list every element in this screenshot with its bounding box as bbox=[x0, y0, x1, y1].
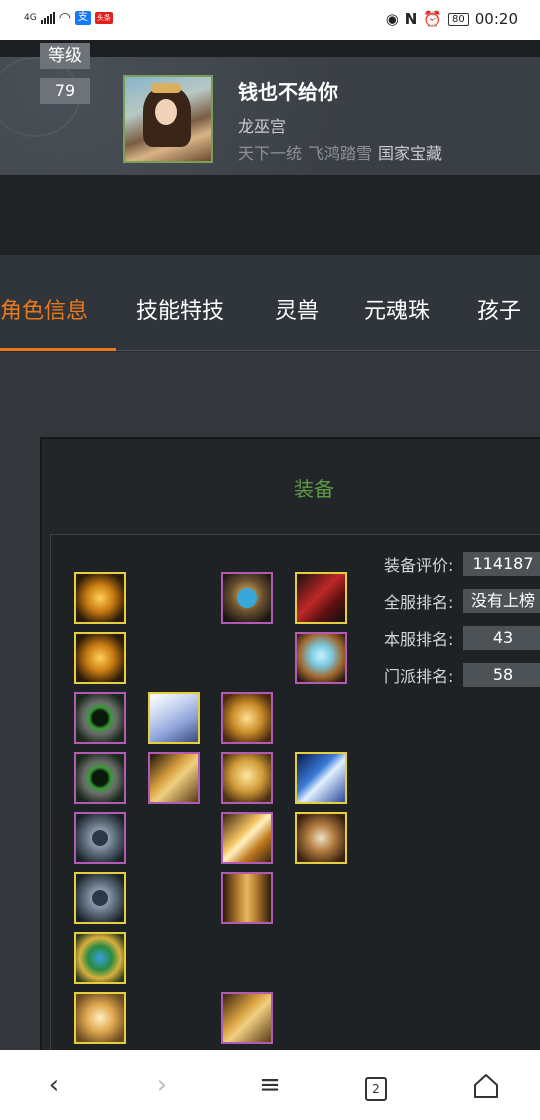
equipment-slot[interactable] bbox=[221, 752, 273, 804]
wifi-icon: ◠ bbox=[58, 10, 71, 26]
network-label: 4G bbox=[24, 13, 37, 23]
avatar[interactable] bbox=[123, 75, 213, 163]
equipment-slot[interactable] bbox=[74, 632, 126, 684]
equipment-slot[interactable] bbox=[74, 872, 126, 924]
battery-icon: 80 bbox=[448, 12, 469, 26]
equipment-slot[interactable] bbox=[74, 572, 126, 624]
equipment-slot[interactable] bbox=[74, 692, 126, 744]
equipment-slot[interactable] bbox=[74, 992, 126, 1044]
eye-icon: ◉ bbox=[385, 10, 399, 28]
equipment-slot[interactable] bbox=[295, 632, 347, 684]
tab-skills[interactable]: 技能特技 bbox=[136, 293, 224, 325]
equipment-slot[interactable] bbox=[295, 752, 347, 804]
avatar-crown bbox=[151, 83, 181, 93]
equipment-slot[interactable] bbox=[295, 572, 347, 624]
forward-icon[interactable]: › bbox=[144, 1067, 180, 1103]
nfc-icon: N bbox=[404, 10, 418, 28]
player-name: 钱也不给你 bbox=[238, 80, 338, 104]
equipment-slot[interactable] bbox=[295, 812, 347, 864]
menu-icon[interactable]: ≡ bbox=[252, 1067, 288, 1103]
signal-icon bbox=[40, 12, 55, 24]
stat-value-rating: 114187 bbox=[463, 552, 540, 576]
tabs-count: 2 bbox=[365, 1077, 387, 1101]
back-icon[interactable]: ‹ bbox=[36, 1067, 72, 1103]
player-titles: 天下一统 飞鸿踏雪 国家宝藏 bbox=[238, 140, 442, 164]
equipment-slot[interactable] bbox=[221, 692, 273, 744]
stat-label-global-rank: 全服排名: bbox=[384, 593, 454, 612]
spacer-band bbox=[0, 175, 540, 255]
equipment-slot[interactable] bbox=[74, 932, 126, 984]
equipment-slot[interactable] bbox=[221, 812, 273, 864]
stat-value-global-rank: 没有上榜 bbox=[463, 589, 540, 613]
stat-label-server-rank: 本服排名: bbox=[384, 630, 454, 649]
navigation-bar: ‹ › ≡ 2 bbox=[0, 1050, 540, 1120]
status-bar: 4G ◠ 支 头条 ◉ N ⏰ 80 00:20 bbox=[0, 0, 540, 40]
player-title: 飞鸿踏雪 bbox=[308, 144, 373, 163]
equipment-slot[interactable] bbox=[148, 692, 200, 744]
equipment-slot[interactable] bbox=[221, 992, 273, 1044]
player-sect: 龙巫宫 bbox=[238, 117, 287, 136]
alarm-icon: ⏰ bbox=[423, 10, 443, 28]
equipment-slot[interactable] bbox=[148, 752, 200, 804]
player-title: 天下一统 bbox=[238, 144, 303, 163]
stat-label-sect-rank: 门派排名: bbox=[384, 667, 454, 686]
active-tab-indicator bbox=[0, 348, 116, 351]
equipment-slot[interactable] bbox=[74, 752, 126, 804]
tab-soul-orb[interactable]: 元魂珠 bbox=[364, 293, 430, 325]
tab-bar: 角色信息 技能特技 灵兽 元魂珠 孩子 bbox=[0, 255, 540, 351]
level-value: 79 bbox=[40, 78, 90, 104]
equipment-slot[interactable] bbox=[221, 872, 273, 924]
player-title: 国家宝藏 bbox=[378, 144, 443, 163]
clock-time: 00:20 bbox=[474, 10, 518, 28]
tab-character-info[interactable]: 角色信息 bbox=[0, 293, 88, 325]
equipment-title: 装备 bbox=[294, 477, 334, 501]
alipay-icon: 支 bbox=[74, 11, 91, 25]
equipment-slot[interactable] bbox=[221, 572, 273, 624]
stat-value-server-rank: 43 bbox=[463, 626, 540, 650]
level-label: 等级 bbox=[40, 43, 90, 69]
equipment-slot[interactable] bbox=[74, 812, 126, 864]
stat-label-rating: 装备评价: bbox=[384, 556, 454, 575]
tabs-button[interactable]: 2 bbox=[358, 1067, 394, 1103]
stat-value-sect-rank: 58 bbox=[463, 663, 540, 687]
tab-children[interactable]: 孩子 bbox=[477, 293, 521, 325]
home-icon[interactable] bbox=[468, 1067, 504, 1103]
tab-spirit-beast[interactable]: 灵兽 bbox=[275, 293, 319, 325]
toutiao-icon: 头条 bbox=[94, 12, 113, 24]
avatar-face bbox=[155, 99, 177, 125]
home-shape bbox=[474, 1074, 498, 1098]
